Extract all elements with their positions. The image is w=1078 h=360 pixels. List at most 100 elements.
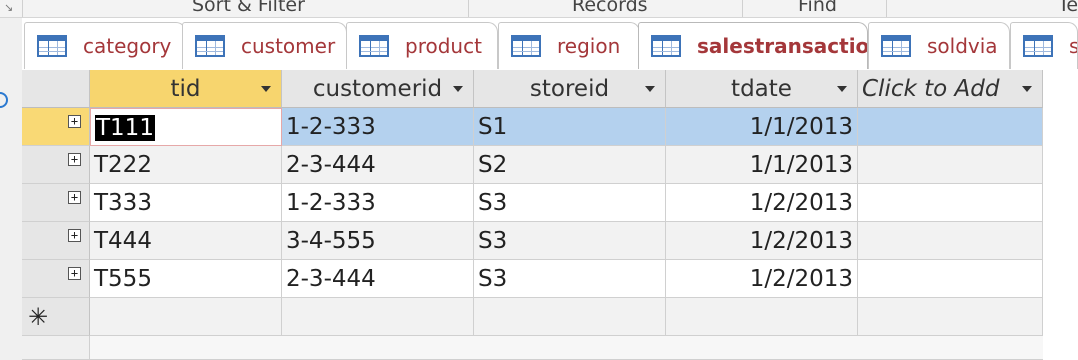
- expand-subdatasheet-icon[interactable]: +: [68, 191, 81, 204]
- empty-selector-area: [22, 336, 90, 360]
- cell-customerid[interactable]: 2-3-444: [282, 146, 474, 184]
- table-row[interactable]: + T333 1-2-333 S3 1/2/2013: [22, 184, 1043, 222]
- cell-customerid[interactable]: 1-2-333: [282, 108, 474, 146]
- cell-customerid[interactable]: 2-3-444: [282, 260, 474, 298]
- empty-data-area: [90, 336, 1043, 360]
- expand-subdatasheet-icon[interactable]: +: [68, 267, 81, 280]
- table-icon: [651, 35, 681, 57]
- tab-label: soldvia: [927, 34, 998, 58]
- record-selector[interactable]: ✳: [22, 298, 90, 336]
- table-icon: [37, 35, 67, 57]
- ribbon-separator: [22, 0, 23, 17]
- cell-value: T111: [95, 115, 155, 141]
- table-icon: [881, 35, 911, 57]
- tab-overflow[interactable]: s: [1010, 22, 1078, 69]
- tab-category[interactable]: category: [24, 22, 186, 69]
- new-record-icon: ✳: [28, 303, 49, 331]
- cell-storeid[interactable]: S3: [474, 184, 666, 222]
- table-row[interactable]: + T555 2-3-444 S3 1/2/2013: [22, 260, 1043, 298]
- table-row[interactable]: + T222 2-3-444 S2 1/1/2013: [22, 146, 1043, 184]
- tab-label: region: [557, 34, 621, 58]
- cell-tid[interactable]: T444: [90, 222, 282, 260]
- expand-subdatasheet-icon[interactable]: +: [68, 229, 81, 242]
- filter-dropdown-icon[interactable]: [645, 86, 655, 92]
- cell-tdate[interactable]: 1/2/2013: [666, 184, 858, 222]
- cell-tdate[interactable]: [666, 298, 858, 336]
- cell-tid[interactable]: T555: [90, 260, 282, 298]
- cell-tid[interactable]: T222: [90, 146, 282, 184]
- dialog-launcher-icon[interactable]: ↘: [4, 1, 13, 14]
- filter-dropdown-icon[interactable]: [453, 86, 463, 92]
- column-header-label: tdate: [731, 76, 792, 102]
- ribbon-group-labels: ↘ Sort & Filter Records Find Te: [0, 0, 1078, 18]
- select-all-corner[interactable]: [22, 70, 90, 108]
- ribbon-separator: [742, 0, 743, 17]
- tab-customer[interactable]: customer: [182, 22, 347, 69]
- cell-tid[interactable]: [90, 298, 282, 336]
- search-icon[interactable]: [0, 92, 8, 108]
- cell-tdate[interactable]: 1/1/2013: [666, 146, 858, 184]
- expand-subdatasheet-icon[interactable]: +: [68, 115, 81, 128]
- filter-dropdown-icon[interactable]: [1022, 86, 1032, 92]
- table-icon: [195, 35, 225, 57]
- ribbon-group-records: Records: [572, 0, 648, 16]
- tab-product[interactable]: product: [346, 22, 498, 69]
- cell-click-to-add[interactable]: [858, 298, 1043, 336]
- tab-region[interactable]: region: [498, 22, 640, 69]
- cell-click-to-add[interactable]: [858, 146, 1043, 184]
- cell-storeid[interactable]: S2: [474, 146, 666, 184]
- ribbon-separator: [468, 0, 469, 17]
- cell-customerid[interactable]: [282, 298, 474, 336]
- cell-click-to-add[interactable]: [858, 222, 1043, 260]
- document-tabs: category customer product region salestr…: [22, 18, 1078, 70]
- column-header-storeid[interactable]: storeid: [474, 70, 666, 108]
- tab-soldvia[interactable]: soldvia: [868, 22, 1010, 69]
- cell-storeid[interactable]: S3: [474, 260, 666, 298]
- cell-click-to-add[interactable]: [858, 260, 1043, 298]
- new-record-row[interactable]: ✳: [22, 298, 1043, 336]
- ribbon-group-sort-filter: Sort & Filter: [192, 0, 305, 16]
- table-row[interactable]: + T111 1-2-333 S1 1/1/2013: [22, 108, 1043, 146]
- tab-label: customer: [241, 34, 336, 58]
- tab-label: s: [1069, 34, 1077, 58]
- column-header-label: Click to Add: [862, 76, 1000, 102]
- record-selector[interactable]: +: [22, 260, 90, 298]
- cell-customerid[interactable]: 1-2-333: [282, 184, 474, 222]
- column-header-tid[interactable]: tid: [90, 70, 282, 108]
- cell-storeid[interactable]: S1: [474, 108, 666, 146]
- table-icon: [511, 35, 541, 57]
- ribbon-separator: [886, 0, 887, 17]
- ribbon-group-find: Find: [798, 0, 837, 16]
- cell-tdate[interactable]: 1/1/2013: [666, 108, 858, 146]
- record-selector[interactable]: +: [22, 184, 90, 222]
- column-header-row: tid customerid storeid tdate Click to Ad…: [22, 70, 1043, 108]
- table-row[interactable]: + T444 3-4-555 S3 1/2/2013: [22, 222, 1043, 260]
- empty-grid-area: [22, 336, 1043, 360]
- filter-dropdown-icon[interactable]: [837, 86, 847, 92]
- column-header-tdate[interactable]: tdate: [666, 70, 858, 108]
- column-header-click-to-add[interactable]: Click to Add: [858, 70, 1043, 108]
- tab-label: product: [405, 34, 482, 58]
- cell-click-to-add[interactable]: [858, 108, 1043, 146]
- column-header-customerid[interactable]: customerid: [282, 70, 474, 108]
- tab-label: category: [83, 34, 172, 58]
- table-icon: [359, 35, 389, 57]
- record-selector[interactable]: +: [22, 108, 90, 146]
- filter-dropdown-icon[interactable]: [261, 86, 271, 92]
- column-header-label: customerid: [312, 76, 443, 102]
- table-icon: [1023, 35, 1053, 57]
- cell-storeid[interactable]: [474, 298, 666, 336]
- tab-salestransaction[interactable]: salestransaction: [638, 22, 868, 69]
- record-selector[interactable]: +: [22, 222, 90, 260]
- cell-tdate[interactable]: 1/2/2013: [666, 222, 858, 260]
- record-selector[interactable]: +: [22, 146, 90, 184]
- cell-click-to-add[interactable]: [858, 184, 1043, 222]
- cell-tdate[interactable]: 1/2/2013: [666, 260, 858, 298]
- cell-storeid[interactable]: S3: [474, 222, 666, 260]
- cell-tid[interactable]: T111: [90, 108, 282, 146]
- cell-tid[interactable]: T333: [90, 184, 282, 222]
- column-header-label: tid: [170, 76, 201, 102]
- cell-customerid[interactable]: 3-4-555: [282, 222, 474, 260]
- expand-subdatasheet-icon[interactable]: +: [68, 153, 81, 166]
- navigation-pane-edge[interactable]: [0, 18, 23, 360]
